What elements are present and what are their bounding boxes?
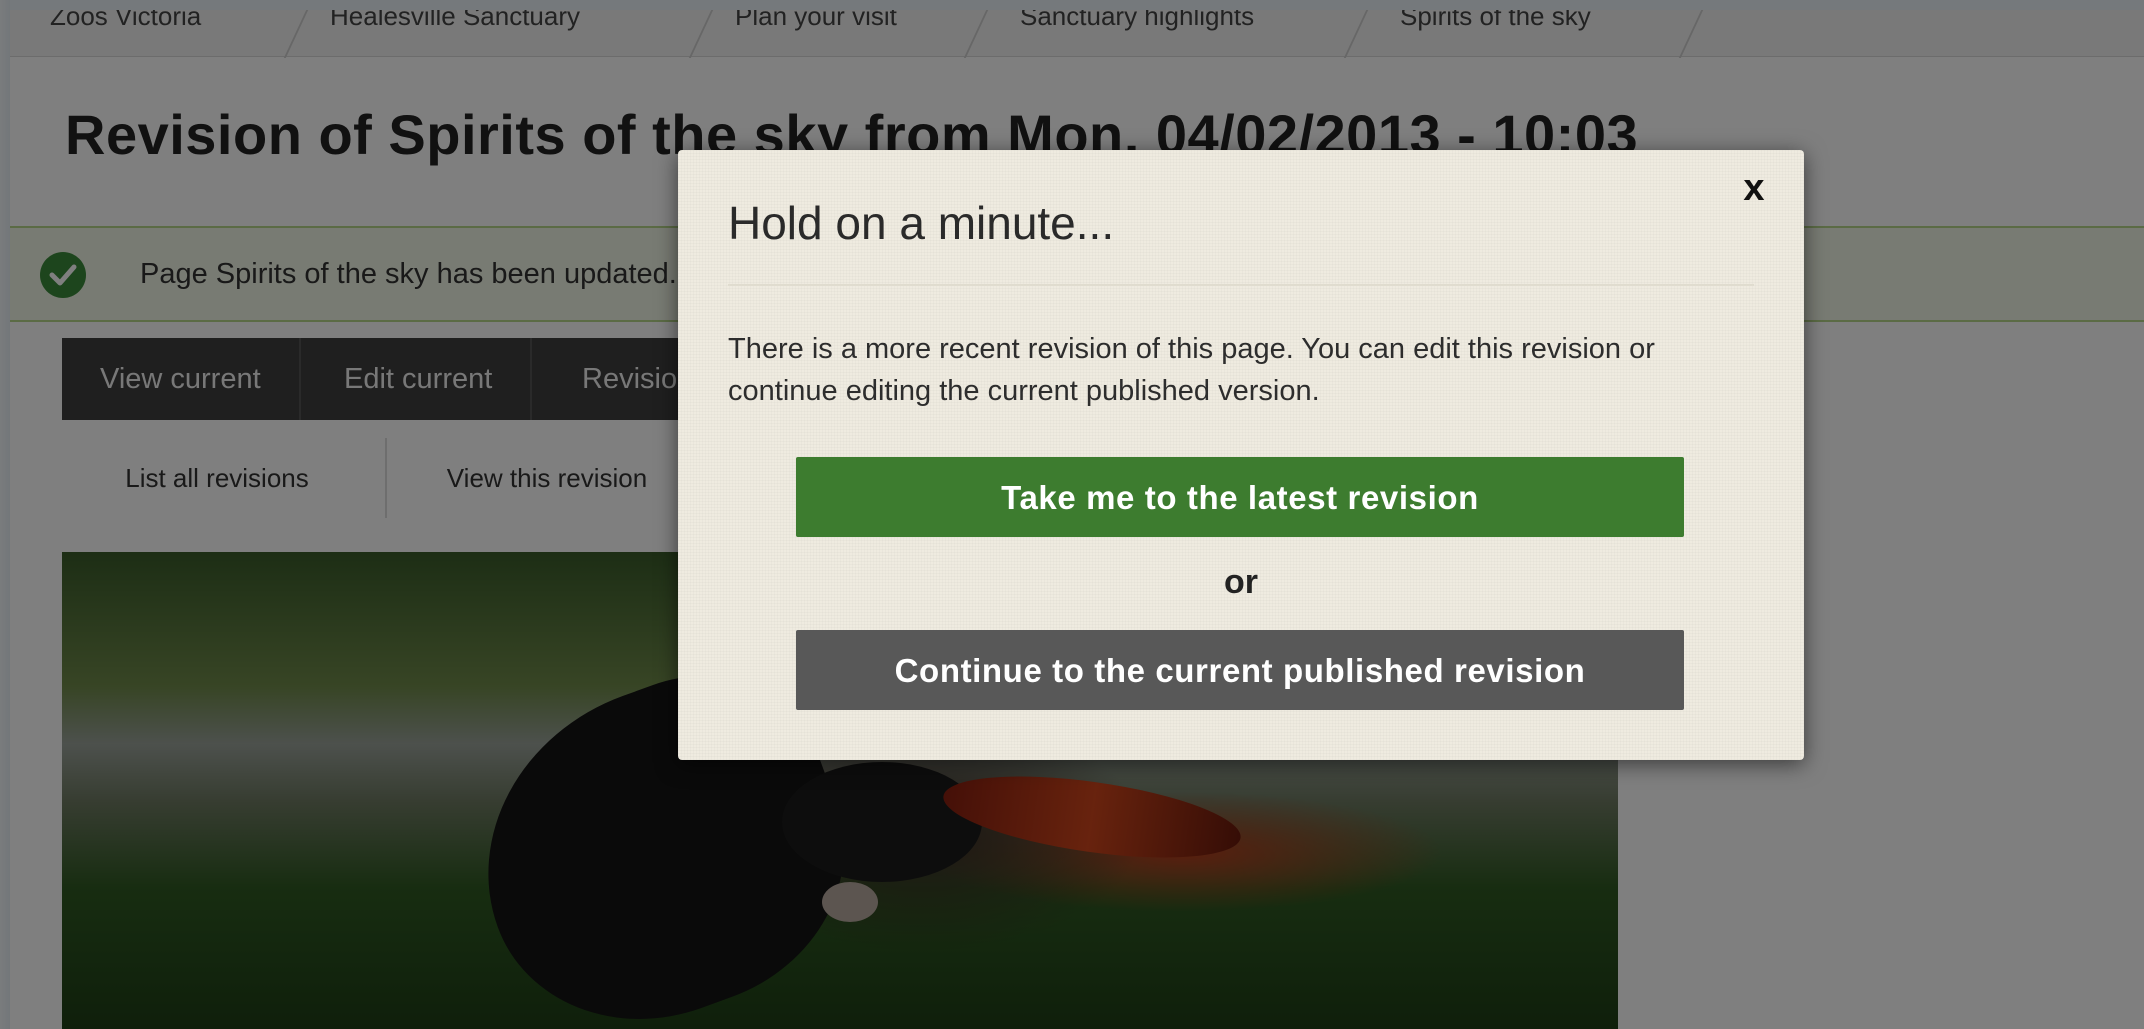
or-separator-text: or: [1224, 563, 1258, 601]
modal-divider: [728, 284, 1754, 286]
modal-body-text: There is a more recent revision of this …: [728, 333, 1655, 407]
modal-title: Hold on a minute...: [728, 197, 1115, 249]
close-icon[interactable]: x: [1734, 168, 1774, 208]
revision-modal: x Hold on a minute... There is a more re…: [678, 150, 1804, 760]
continue-published-revision-button[interactable]: Continue to the current published revisi…: [796, 630, 1684, 710]
take-latest-revision-button[interactable]: Take me to the latest revision: [796, 457, 1684, 537]
